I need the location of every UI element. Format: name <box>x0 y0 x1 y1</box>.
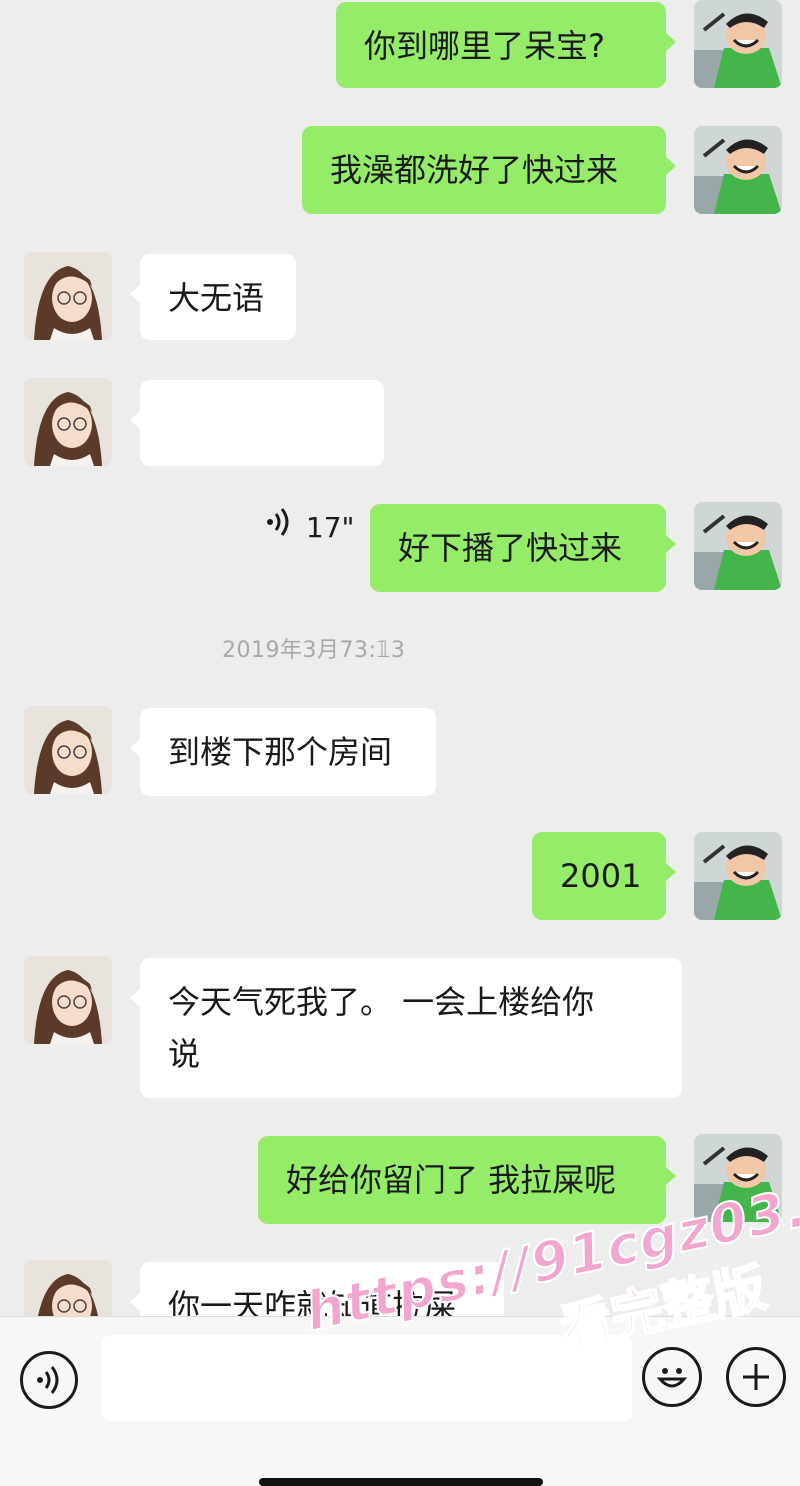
contact-avatar[interactable] <box>24 706 112 794</box>
cartoon-avatar-icon <box>694 0 782 88</box>
user-avatar[interactable] <box>694 832 782 920</box>
message-bubble-incoming[interactable]: 今天气死我了。 一会上楼给你 说 <box>130 958 682 1098</box>
message-bubble-outgoing[interactable]: 好给你留门了 我拉屎呢 <box>258 1136 676 1224</box>
message-bubble-incoming[interactable]: 大无语 <box>130 254 296 340</box>
contact-avatar[interactable] <box>24 1260 112 1316</box>
girl-avatar-icon <box>24 252 112 340</box>
user-avatar[interactable] <box>694 0 782 88</box>
contact-avatar[interactable] <box>24 956 112 1044</box>
message-bubble-incoming[interactable]: 你一天咋就知道拉屎 <box>130 1262 504 1316</box>
message-bubble-outgoing[interactable]: 好下播了快过来 <box>370 504 676 592</box>
chat-history: 你到哪里了呆宝? 我澡都洗好了快过来 大无语 17" 好下播了快过来 2019年… <box>0 0 800 1316</box>
timestamp: 2019年3月73:𝟙3 <box>222 638 406 663</box>
plus-button[interactable] <box>726 1347 786 1407</box>
user-avatar[interactable] <box>694 502 782 590</box>
emoji-icon <box>656 1368 688 1388</box>
voice-wave-icon <box>209 450 292 606</box>
message-bubble-incoming[interactable]: 到楼下那个房间 <box>130 708 436 796</box>
message-input[interactable] <box>102 1335 632 1421</box>
voice-mode-icon <box>37 1366 59 1394</box>
cartoon-avatar-icon <box>694 1134 782 1222</box>
girl-avatar-icon <box>24 378 112 466</box>
user-avatar[interactable] <box>694 126 782 214</box>
voice-mode-button[interactable] <box>20 1351 78 1409</box>
girl-avatar-icon <box>24 706 112 794</box>
message-bubble-outgoing[interactable]: 2001 <box>532 832 676 920</box>
girl-avatar-icon <box>24 1260 112 1316</box>
plus-icon <box>743 1364 769 1390</box>
message-bubble-outgoing[interactable]: 你到哪里了呆宝? <box>336 2 676 88</box>
voice-message-bubble[interactable]: 17" <box>130 380 384 544</box>
contact-avatar[interactable] <box>24 252 112 340</box>
message-bubble-outgoing[interactable]: 我澡都洗好了快过来 <box>302 126 676 214</box>
girl-avatar-icon <box>24 956 112 1044</box>
user-avatar[interactable] <box>694 1134 782 1222</box>
input-bar <box>0 1316 800 1486</box>
cartoon-avatar-icon <box>694 832 782 920</box>
contact-avatar[interactable] <box>24 378 112 466</box>
emoji-button[interactable] <box>642 1347 702 1407</box>
cartoon-avatar-icon <box>694 502 782 590</box>
voice-duration: 17" <box>305 511 355 544</box>
cartoon-avatar-icon <box>694 126 782 214</box>
home-indicator[interactable] <box>259 1478 543 1486</box>
